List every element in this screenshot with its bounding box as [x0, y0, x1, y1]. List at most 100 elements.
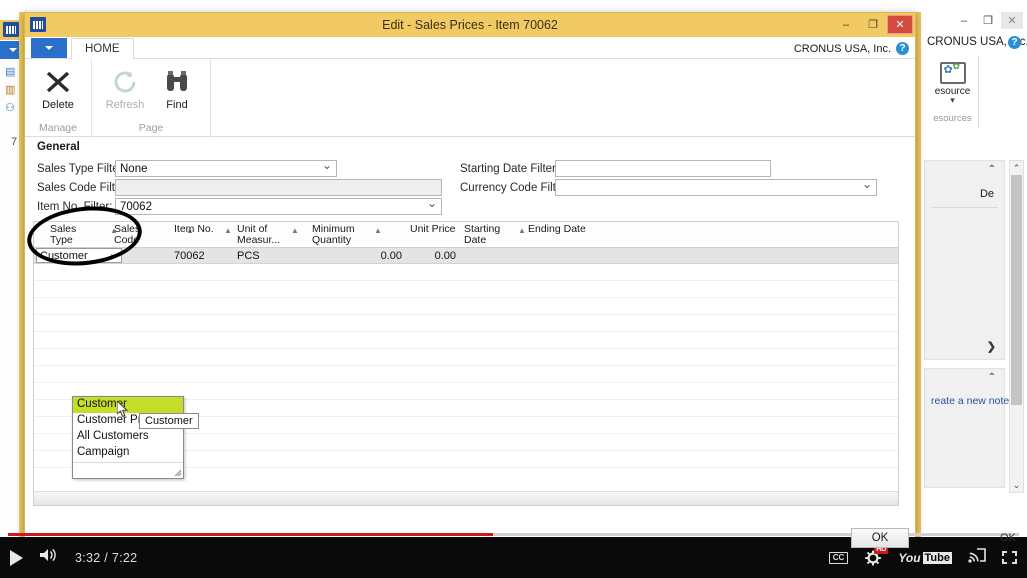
background-item-number: 7: [11, 136, 18, 148]
company-label: CRONUS USA, Inc.: [793, 43, 891, 55]
sort-caret-icon-minqty[interactable]: ▲: [374, 225, 382, 236]
nav-logo-icon: [3, 22, 19, 37]
dropdown-resize-grip[interactable]: [73, 462, 183, 478]
cast-icon[interactable]: [968, 547, 986, 568]
youtube-logo[interactable]: You Tube: [898, 551, 952, 565]
ribbon-tabbar: HOME CRONUS USA, Inc. ?: [25, 37, 915, 59]
background-ribbon-icon-1[interactable]: ▤: [5, 66, 18, 79]
ribbon-group-page-label: Page: [138, 122, 164, 134]
starting-date-filter-label: Starting Date Filter:: [460, 163, 560, 175]
delete-button[interactable]: Delete: [33, 62, 83, 111]
youtube-logo-you: You: [898, 550, 921, 565]
close-button[interactable]: ✕: [887, 15, 913, 34]
row-sales-type-combo[interactable]: Customer ⌄: [36, 248, 122, 263]
column-header-item-no-line1: Item No.: [174, 223, 214, 235]
column-header-ending-date[interactable]: Ending Date: [528, 224, 586, 235]
app-menu-icon[interactable]: [31, 38, 67, 58]
background-help-icon[interactable]: ?: [1008, 36, 1021, 49]
fullscreen-icon[interactable]: [1002, 551, 1017, 564]
column-header-unit-price-line1: Unit Price: [410, 223, 456, 235]
background-ok-button[interactable]: OK: [1000, 532, 1016, 544]
youtube-logo-tube: Tube: [922, 551, 952, 564]
sort-caret-icon-uom[interactable]: ▲: [291, 225, 299, 236]
sales-prices-window: Edit - Sales Prices - Item 70062 – ❐ ✕ H…: [24, 12, 916, 540]
column-header-minimum-quantity[interactable]: Minimum Quantity ▲: [312, 224, 382, 246]
sales-type-filter-label: Sales Type Filter:: [37, 163, 126, 175]
ribbon-group-manage-label: Manage: [39, 122, 77, 134]
row-unit-of-measure: PCS: [237, 250, 260, 262]
refresh-icon: [100, 67, 150, 97]
background-maximize-button[interactable]: ❐: [977, 12, 999, 29]
row-item-no: 70062: [174, 250, 205, 262]
currency-code-filter-input[interactable]: [555, 177, 877, 196]
background-ribbon-icon-2[interactable]: ▥: [5, 84, 18, 97]
binoculars-icon: [152, 67, 202, 97]
scroll-down-icon[interactable]: ⌄: [1010, 478, 1023, 492]
window-controls[interactable]: – ❐ ✕: [833, 15, 913, 34]
table-row[interactable]: Customer ⌄ 70062 PCS 0.00 0.00: [34, 248, 898, 264]
dropdown-option-all-customers[interactable]: All Customers: [73, 429, 183, 445]
column-header-unit-price[interactable]: Unit Price: [410, 224, 456, 235]
background-app-menu-icon[interactable]: [0, 41, 26, 59]
row-unit-price: 0.00: [434, 250, 456, 262]
background-close-button[interactable]: ✕: [1001, 12, 1023, 29]
sort-caret-icon-startdate[interactable]: ▲: [518, 225, 526, 236]
help-icon[interactable]: ?: [896, 42, 909, 55]
player-left-controls: 3:32 / 7:22: [10, 537, 137, 578]
refresh-button-label: Refresh: [105, 99, 145, 111]
background-factbox-details: ⌃ De ❯: [924, 160, 1005, 360]
chevron-up-icon-notes[interactable]: ⌃: [988, 372, 996, 383]
window-titlebar: Edit - Sales Prices - Item 70062 – ❐ ✕: [25, 13, 915, 37]
refresh-button[interactable]: Refresh: [100, 62, 150, 111]
sort-caret-icon-item-no[interactable]: ▲: [224, 225, 232, 236]
scroll-up-icon[interactable]: ⌃: [1010, 161, 1023, 175]
grid-footer: [34, 491, 898, 505]
item-no-filter-input[interactable]: 70062: [115, 196, 442, 215]
scrollbar-thumb[interactable]: [1011, 175, 1022, 405]
find-button[interactable]: Find: [152, 62, 202, 111]
background-left-strip: ▤ ▥ ⚇ 7: [0, 10, 26, 538]
column-header-item-no[interactable]: Item No. ▲: [174, 223, 232, 236]
background-vertical-scrollbar[interactable]: ⌃ ⌄: [1009, 160, 1024, 493]
item-no-filter-label: Item No. Filter:: [37, 201, 113, 213]
expand-arrow-icon[interactable]: ❯: [987, 340, 996, 353]
background-factbox-text: De: [979, 188, 994, 200]
maximize-button[interactable]: ❐: [860, 15, 886, 34]
background-ribbon-group-resources: esource ▾ esources: [927, 56, 979, 128]
background-window-titlebar: – ❐ ✕: [921, 10, 1027, 32]
column-header-sales-code-line2: Code: [114, 234, 140, 246]
background-ribbon-icon-3[interactable]: ⚇: [5, 102, 18, 115]
background-note-link[interactable]: reate a new note.: [931, 395, 1012, 407]
play-icon[interactable]: [10, 549, 23, 566]
screen: ▤ ▥ ⚇ 7 – ❐ ✕ CRONUS USA, Inc. ? esource…: [0, 0, 1027, 578]
starting-date-filter-input[interactable]: [555, 160, 771, 177]
dropdown-option-campaign[interactable]: Campaign: [73, 445, 183, 461]
background-window-controls[interactable]: – ❐ ✕: [953, 12, 1023, 29]
row-minimum-quantity: 0.00: [380, 250, 402, 262]
background-ribbon-dropdown-dot[interactable]: ▾: [927, 96, 978, 105]
ribbon: Delete Manage Refresh Find Page: [25, 59, 915, 137]
row-sales-type-value: Customer: [40, 250, 88, 262]
settings-gear-icon[interactable]: HD: [864, 544, 889, 566]
grid-header-row: Sales Type ▲ Sales Code ▲ Item No. ▲ Uni…: [34, 222, 898, 248]
ribbon-group-page: Refresh Find Page: [92, 59, 211, 137]
column-header-sales-code[interactable]: Sales Code ▲: [114, 224, 194, 246]
column-header-unit-of-measure[interactable]: Unit of Measur... ▲: [237, 224, 299, 246]
sales-type-filter-input[interactable]: None: [115, 158, 337, 177]
ribbon-group-manage: Delete Manage: [25, 59, 92, 137]
progress-played: [8, 533, 494, 536]
ok-button[interactable]: OK: [851, 528, 909, 548]
chevron-down-icon-sales-type[interactable]: ⌄: [109, 247, 118, 261]
chevron-up-icon-details[interactable]: ⌃: [988, 164, 996, 175]
column-header-starting-date[interactable]: Starting Date ▲: [464, 224, 526, 246]
general-section-heading: General: [37, 141, 80, 153]
closed-captions-icon[interactable]: CC: [828, 551, 849, 564]
minimize-button[interactable]: –: [833, 15, 859, 34]
background-minimize-button[interactable]: –: [953, 12, 975, 29]
column-header-sales-type[interactable]: Sales Type ▲: [50, 224, 118, 246]
tab-home[interactable]: HOME: [71, 38, 134, 59]
column-header-sales-type-line2: Type: [50, 234, 73, 246]
resource-gear-icon[interactable]: [939, 61, 966, 84]
sales-code-filter-input[interactable]: [115, 179, 442, 196]
volume-icon[interactable]: [39, 547, 59, 568]
